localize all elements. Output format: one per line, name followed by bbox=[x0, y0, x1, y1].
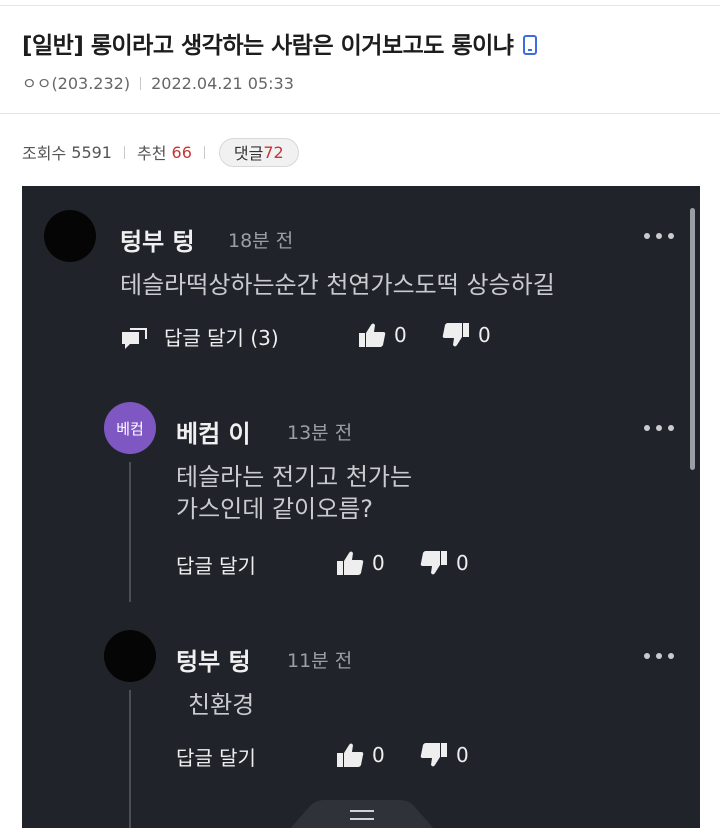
stats-divider bbox=[123, 145, 125, 159]
stats-divider bbox=[203, 145, 205, 159]
comments-label: 댓글 bbox=[233, 144, 264, 163]
top-border bbox=[0, 0, 720, 6]
embedded-comment-screenshot: 텅부 텅 18분 전 테슬라떡상하는순간 천연가스도떡 상승하길 답글 달기 (… bbox=[22, 186, 700, 828]
like-count: 0 bbox=[372, 551, 385, 575]
post-title: [일반] 롱이라고 생각하는 사람은 이거보고도 롱이냐 bbox=[22, 26, 538, 60]
comment-count-button[interactable]: 댓글 72 bbox=[218, 137, 299, 167]
thumbs-up-icon bbox=[359, 323, 386, 347]
thumbs-down-icon bbox=[442, 323, 469, 347]
reply-button[interactable]: 답글 달기 (3) bbox=[120, 322, 279, 351]
thread-line bbox=[129, 690, 131, 828]
thread-line bbox=[129, 462, 131, 602]
comment-text: 친환경 bbox=[188, 691, 255, 719]
more-options-icon[interactable] bbox=[644, 231, 674, 241]
dislike-button[interactable]: 0 bbox=[442, 322, 491, 348]
post-title-text: [일반] 롱이라고 생각하는 사람은 이거보고도 롱이냐 bbox=[22, 33, 514, 59]
dislike-count: 0 bbox=[478, 323, 491, 347]
comment-text: 테슬라는 전기고 천가는 bbox=[176, 463, 413, 491]
avatar[interactable]: 베컴 bbox=[104, 402, 156, 454]
post-meta: ㅇㅇ(203.232) 2022.04.21 05:33 bbox=[22, 70, 294, 94]
scrollbar[interactable] bbox=[690, 208, 695, 470]
recommend-count: 66 bbox=[171, 142, 192, 162]
post-datetime: 2022.04.21 05:33 bbox=[151, 74, 294, 93]
thumbs-down-icon bbox=[420, 743, 447, 767]
dislike-count: 0 bbox=[456, 551, 469, 575]
thumbs-up-icon bbox=[337, 551, 364, 575]
comment-time: 18분 전 bbox=[228, 230, 294, 252]
like-count: 0 bbox=[394, 323, 407, 347]
comment-author[interactable]: 텅부 텅 bbox=[120, 222, 195, 257]
reply-label: 답글 달기 bbox=[176, 746, 256, 770]
avatar[interactable] bbox=[104, 630, 156, 682]
meta-divider bbox=[140, 77, 142, 90]
views-count: 5591 bbox=[71, 142, 112, 162]
comment-time: 11분 전 bbox=[287, 650, 353, 672]
header-divider bbox=[0, 113, 720, 114]
mobile-phone-icon bbox=[523, 35, 538, 55]
more-options-icon[interactable] bbox=[644, 423, 674, 433]
reply-bubble-icon bbox=[122, 327, 147, 349]
like-button[interactable]: 0 bbox=[336, 550, 385, 576]
comment-author[interactable]: 베컴 이 bbox=[176, 414, 251, 449]
reply-label: 답글 달기 bbox=[176, 554, 256, 578]
comment-time: 13분 전 bbox=[287, 422, 353, 444]
collapse-handle-icon bbox=[350, 810, 374, 820]
dislike-button[interactable]: 0 bbox=[420, 550, 469, 576]
avatar[interactable] bbox=[44, 210, 96, 262]
dislike-count: 0 bbox=[456, 743, 469, 767]
views-label: 조회수 bbox=[22, 144, 67, 163]
dislike-button[interactable]: 0 bbox=[420, 742, 469, 768]
avatar-initials: 베컴 bbox=[116, 419, 144, 438]
comments-count: 72 bbox=[263, 142, 284, 162]
collapse-handle[interactable] bbox=[282, 798, 442, 828]
comment-author[interactable]: 텅부 텅 bbox=[176, 642, 251, 677]
post-author[interactable]: ㅇㅇ(203.232) bbox=[22, 74, 130, 93]
more-options-icon[interactable] bbox=[644, 651, 674, 661]
like-button[interactable]: 0 bbox=[358, 322, 407, 348]
comment-text: 가스인데 같이오름? bbox=[176, 495, 374, 523]
like-count: 0 bbox=[372, 743, 385, 767]
reply-label: 답글 달기 (3) bbox=[164, 326, 279, 350]
reply-button[interactable]: 답글 달기 bbox=[176, 742, 256, 771]
thumbs-down-icon bbox=[420, 551, 447, 575]
comment-text: 테슬라떡상하는순간 천연가스도떡 상승하길 bbox=[120, 271, 555, 299]
recommend-label: 추천 bbox=[136, 144, 167, 163]
post-stats: 조회수 5591 추천 66 댓글 72 bbox=[22, 137, 299, 167]
reply-button[interactable]: 답글 달기 bbox=[176, 550, 256, 579]
thumbs-up-icon bbox=[337, 743, 364, 767]
like-button[interactable]: 0 bbox=[336, 742, 385, 768]
